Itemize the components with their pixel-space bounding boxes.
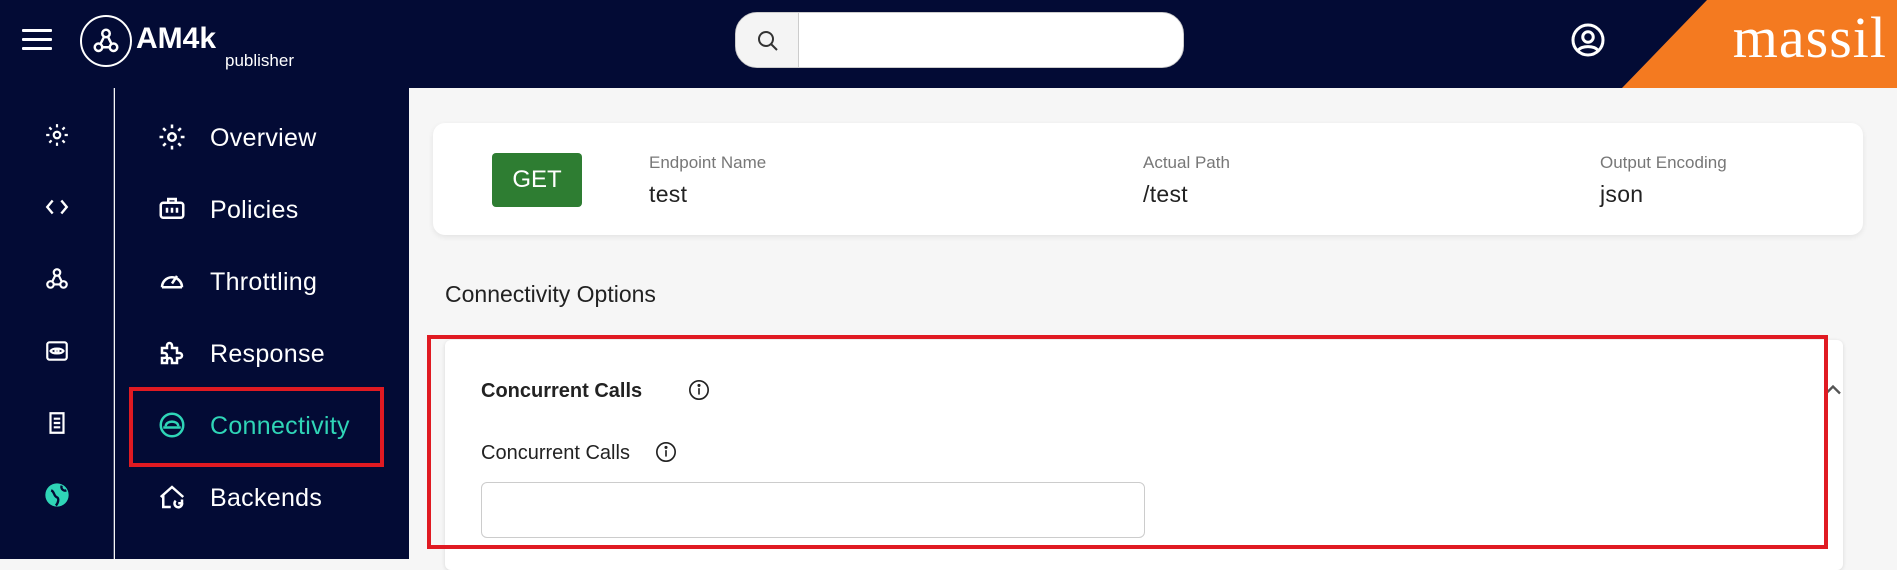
field-label: Actual Path — [1143, 153, 1230, 172]
logo-text: AM4k — [136, 22, 217, 55]
field-value: json — [1600, 181, 1644, 207]
nav-label: Throttling — [210, 268, 318, 296]
nav-item-throttling[interactable]: Throttling — [115, 256, 409, 306]
field-label: Endpoint Name — [649, 153, 767, 172]
brand-text: massil — [1732, 5, 1887, 70]
logo-subtitle: publisher — [225, 51, 294, 70]
nav-item-backends[interactable]: Backends — [115, 472, 409, 522]
webhook-icon[interactable] — [42, 264, 72, 294]
preview-icon[interactable] — [42, 336, 72, 366]
field-label: Output Encoding — [1600, 153, 1727, 172]
highlight-box — [129, 387, 384, 467]
gear-icon — [159, 124, 185, 150]
search-bar — [735, 12, 1184, 68]
nav-item-overview[interactable]: Overview — [115, 112, 409, 162]
nav-label: Policies — [210, 196, 299, 224]
puzzle-icon — [160, 341, 184, 365]
nav-item-response[interactable]: Response — [115, 328, 409, 378]
sub-navigation: Overview Policies Throttling Response Co… — [115, 88, 409, 559]
nav-item-policies[interactable]: Policies — [115, 184, 409, 234]
top-bar: AM4k publisher massil — [0, 0, 1897, 88]
search-input[interactable] — [800, 13, 1180, 67]
section-title: Connectivity Options — [445, 281, 656, 307]
brand-logo: massil — [1622, 0, 1897, 88]
method-badge: GET — [492, 153, 582, 207]
account-icon[interactable] — [1570, 22, 1606, 58]
actual-path-field: Actual Path /test — [1143, 153, 1230, 208]
menu-icon[interactable] — [22, 29, 52, 57]
code-icon[interactable] — [42, 192, 72, 222]
nav-label: Response — [210, 340, 325, 368]
policies-icon — [159, 197, 185, 219]
backend-icon — [159, 485, 185, 509]
nav-label: Backends — [210, 484, 323, 512]
output-encoding-field: Output Encoding json — [1600, 153, 1727, 208]
endpoint-name-field: Endpoint Name test — [649, 153, 766, 208]
document-icon[interactable] — [42, 408, 72, 438]
highlight-box — [427, 335, 1828, 549]
logo-icon — [80, 15, 132, 67]
field-value: /test — [1143, 181, 1188, 207]
speedometer-icon — [160, 275, 184, 289]
settings-icon[interactable] — [42, 120, 72, 150]
field-value: test — [649, 181, 688, 207]
nav-label: Overview — [210, 124, 317, 152]
endpoint-summary-card: GET Endpoint Name test Actual Path /test… — [433, 123, 1863, 235]
globe-icon[interactable] — [42, 480, 72, 510]
search-icon[interactable] — [736, 13, 799, 67]
icon-rail — [0, 88, 114, 559]
